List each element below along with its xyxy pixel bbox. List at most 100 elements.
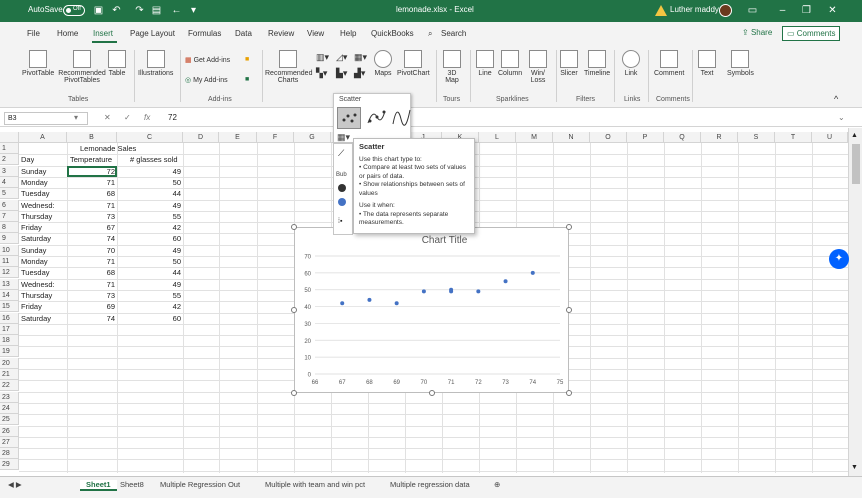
bubble-icon[interactable] xyxy=(338,184,346,192)
tab-file[interactable]: File xyxy=(27,29,40,38)
column-header[interactable]: M xyxy=(516,132,553,143)
my-addins-button[interactable]: ◎ My Add-ins xyxy=(185,76,228,84)
people-graph-icon[interactable]: ■ xyxy=(245,76,249,83)
glasses-cell[interactable]: 50 xyxy=(117,177,181,188)
temperature-cell[interactable]: 67 xyxy=(67,222,115,233)
column-header[interactable]: F xyxy=(257,132,294,143)
temperature-cell[interactable]: 68 xyxy=(67,267,115,278)
timeline-button[interactable]: Timeline xyxy=(584,50,610,77)
row-header[interactable]: 17 xyxy=(0,323,19,335)
header-cell[interactable]: Day xyxy=(21,154,34,165)
column-header[interactable]: G xyxy=(294,132,331,143)
column-header[interactable]: D xyxy=(183,132,219,143)
scatter-chart[interactable]: Chart Title 0 10 20 30 40 50 60 70 66 67 68 69 70 71 72… xyxy=(294,227,569,393)
chart-resize-handle[interactable] xyxy=(291,307,297,313)
column-header[interactable]: B xyxy=(67,132,117,143)
close-icon[interactable]: ✕ xyxy=(826,4,839,17)
ribbon-display-icon[interactable]: ▭ xyxy=(746,4,759,17)
glasses-cell[interactable]: 49 xyxy=(117,279,181,290)
3d-map-button[interactable]: 3D Map xyxy=(442,50,462,84)
combo-chart-icon[interactable]: ▟▾ xyxy=(354,68,365,79)
temperature-cell[interactable]: 68 xyxy=(67,188,115,199)
column-header[interactable]: O xyxy=(590,132,627,143)
row-header[interactable]: 12 xyxy=(0,267,19,279)
sheet-tab-active[interactable]: Sheet1 xyxy=(80,480,117,491)
search-icon[interactable]: ⌕ xyxy=(428,29,432,39)
day-cell[interactable]: Tuesday xyxy=(21,267,66,278)
temperature-cell[interactable]: 71 xyxy=(67,279,115,290)
back-icon[interactable]: ← xyxy=(170,4,183,17)
collapse-ribbon-icon[interactable]: ^ xyxy=(834,94,838,104)
row-header[interactable]: 15 xyxy=(0,301,19,313)
temperature-cell[interactable]: 74 xyxy=(67,233,115,244)
column-header[interactable]: L xyxy=(479,132,516,143)
chart-resize-handle[interactable] xyxy=(566,224,572,230)
glasses-cell[interactable]: 55 xyxy=(117,211,181,222)
get-addins-button[interactable]: ▦ Get Add-ins xyxy=(185,56,230,64)
row-header[interactable]: 5 xyxy=(0,188,19,200)
temperature-cell[interactable]: 73 xyxy=(67,290,115,301)
glasses-cell[interactable]: 49 xyxy=(117,245,181,256)
more-scatter-charts-icon[interactable]: ⁞▪ xyxy=(338,218,342,225)
restore-icon[interactable]: ❐ xyxy=(800,4,813,17)
dropbox-icon[interactable]: ✦ xyxy=(829,249,849,269)
search-label[interactable]: Search xyxy=(441,29,466,38)
text-button[interactable]: Text xyxy=(698,50,716,77)
glasses-cell[interactable]: 44 xyxy=(117,267,181,278)
formula-input[interactable]: 72 xyxy=(168,113,177,122)
day-cell[interactable]: Friday xyxy=(21,222,66,233)
tab-data[interactable]: Data xyxy=(235,29,252,38)
expand-formula-icon[interactable]: ⌄ xyxy=(838,113,845,122)
row-header[interactable]: 16 xyxy=(0,312,19,324)
temperature-cell[interactable]: 71 xyxy=(67,256,115,267)
column-header[interactable]: N xyxy=(553,132,590,143)
avatar[interactable] xyxy=(719,4,732,17)
pivotchart-button[interactable]: PivotChart xyxy=(397,50,430,77)
sparkline-column-button[interactable]: Column xyxy=(498,50,522,77)
save-icon[interactable]: ▣ xyxy=(92,4,105,17)
header-cell[interactable]: # glasses sold xyxy=(130,154,178,165)
pivottable-button[interactable]: PivotTable xyxy=(22,50,54,77)
tab-page-layout[interactable]: Page Layout xyxy=(130,29,175,38)
line-chart-icon[interactable]: ◿▾ xyxy=(336,52,347,63)
redo-icon[interactable]: ↷ xyxy=(133,4,146,17)
column-chart-icon[interactable]: ▥▾ xyxy=(316,52,329,63)
day-cell[interactable]: Sunday xyxy=(21,245,66,256)
straight-lines-icon[interactable]: ⟋ xyxy=(338,148,344,159)
row-header[interactable]: 23 xyxy=(0,391,19,403)
table-button[interactable]: Table xyxy=(108,50,126,77)
vertical-scrollbar[interactable]: ▲ ▼ xyxy=(848,128,862,476)
cancel-icon[interactable]: ✕ xyxy=(104,113,111,122)
column-header[interactable]: A xyxy=(19,132,67,143)
column-header[interactable]: T xyxy=(775,132,812,143)
tab-home[interactable]: Home xyxy=(57,29,78,38)
comment-button[interactable]: Comment xyxy=(654,50,684,77)
day-cell[interactable]: Friday xyxy=(21,301,66,312)
row-header[interactable]: 25 xyxy=(0,414,19,426)
share-button[interactable]: ⇪ Share xyxy=(738,26,776,41)
row-header[interactable]: 2 xyxy=(0,154,19,166)
day-cell[interactable]: Wednesd: xyxy=(21,200,66,211)
tab-review[interactable]: Review xyxy=(268,29,294,38)
row-header[interactable]: 10 xyxy=(0,244,19,256)
recommended-pivottables-button[interactable]: Recommended PivotTables xyxy=(58,50,106,84)
chart-resize-handle[interactable] xyxy=(428,390,435,396)
scroll-down-icon[interactable]: ▼ xyxy=(851,464,858,471)
sheet-tab[interactable]: Multiple regression data xyxy=(390,480,470,489)
day-cell[interactable]: Wednesd: xyxy=(21,279,66,290)
chart-resize-handle[interactable] xyxy=(291,390,297,396)
hierarchy-chart-icon[interactable]: ▦▾ xyxy=(354,52,367,63)
warning-icon[interactable] xyxy=(655,5,667,16)
recommended-charts-button[interactable]: Recommended Charts xyxy=(265,50,312,84)
day-cell[interactable]: Thursday xyxy=(21,211,66,222)
day-cell[interactable]: Saturday xyxy=(21,313,66,324)
column-header[interactable]: Q xyxy=(664,132,701,143)
column-header[interactable]: U xyxy=(812,132,848,143)
insert-function-icon[interactable]: fx xyxy=(144,113,150,122)
column-header[interactable]: R xyxy=(701,132,738,143)
row-header[interactable]: 22 xyxy=(0,380,19,392)
illustrations-button[interactable]: Illustrations xyxy=(138,50,173,77)
glasses-cell[interactable]: 50 xyxy=(117,256,181,267)
enter-icon[interactable]: ✓ xyxy=(124,113,131,122)
day-cell[interactable]: Monday xyxy=(21,177,66,188)
